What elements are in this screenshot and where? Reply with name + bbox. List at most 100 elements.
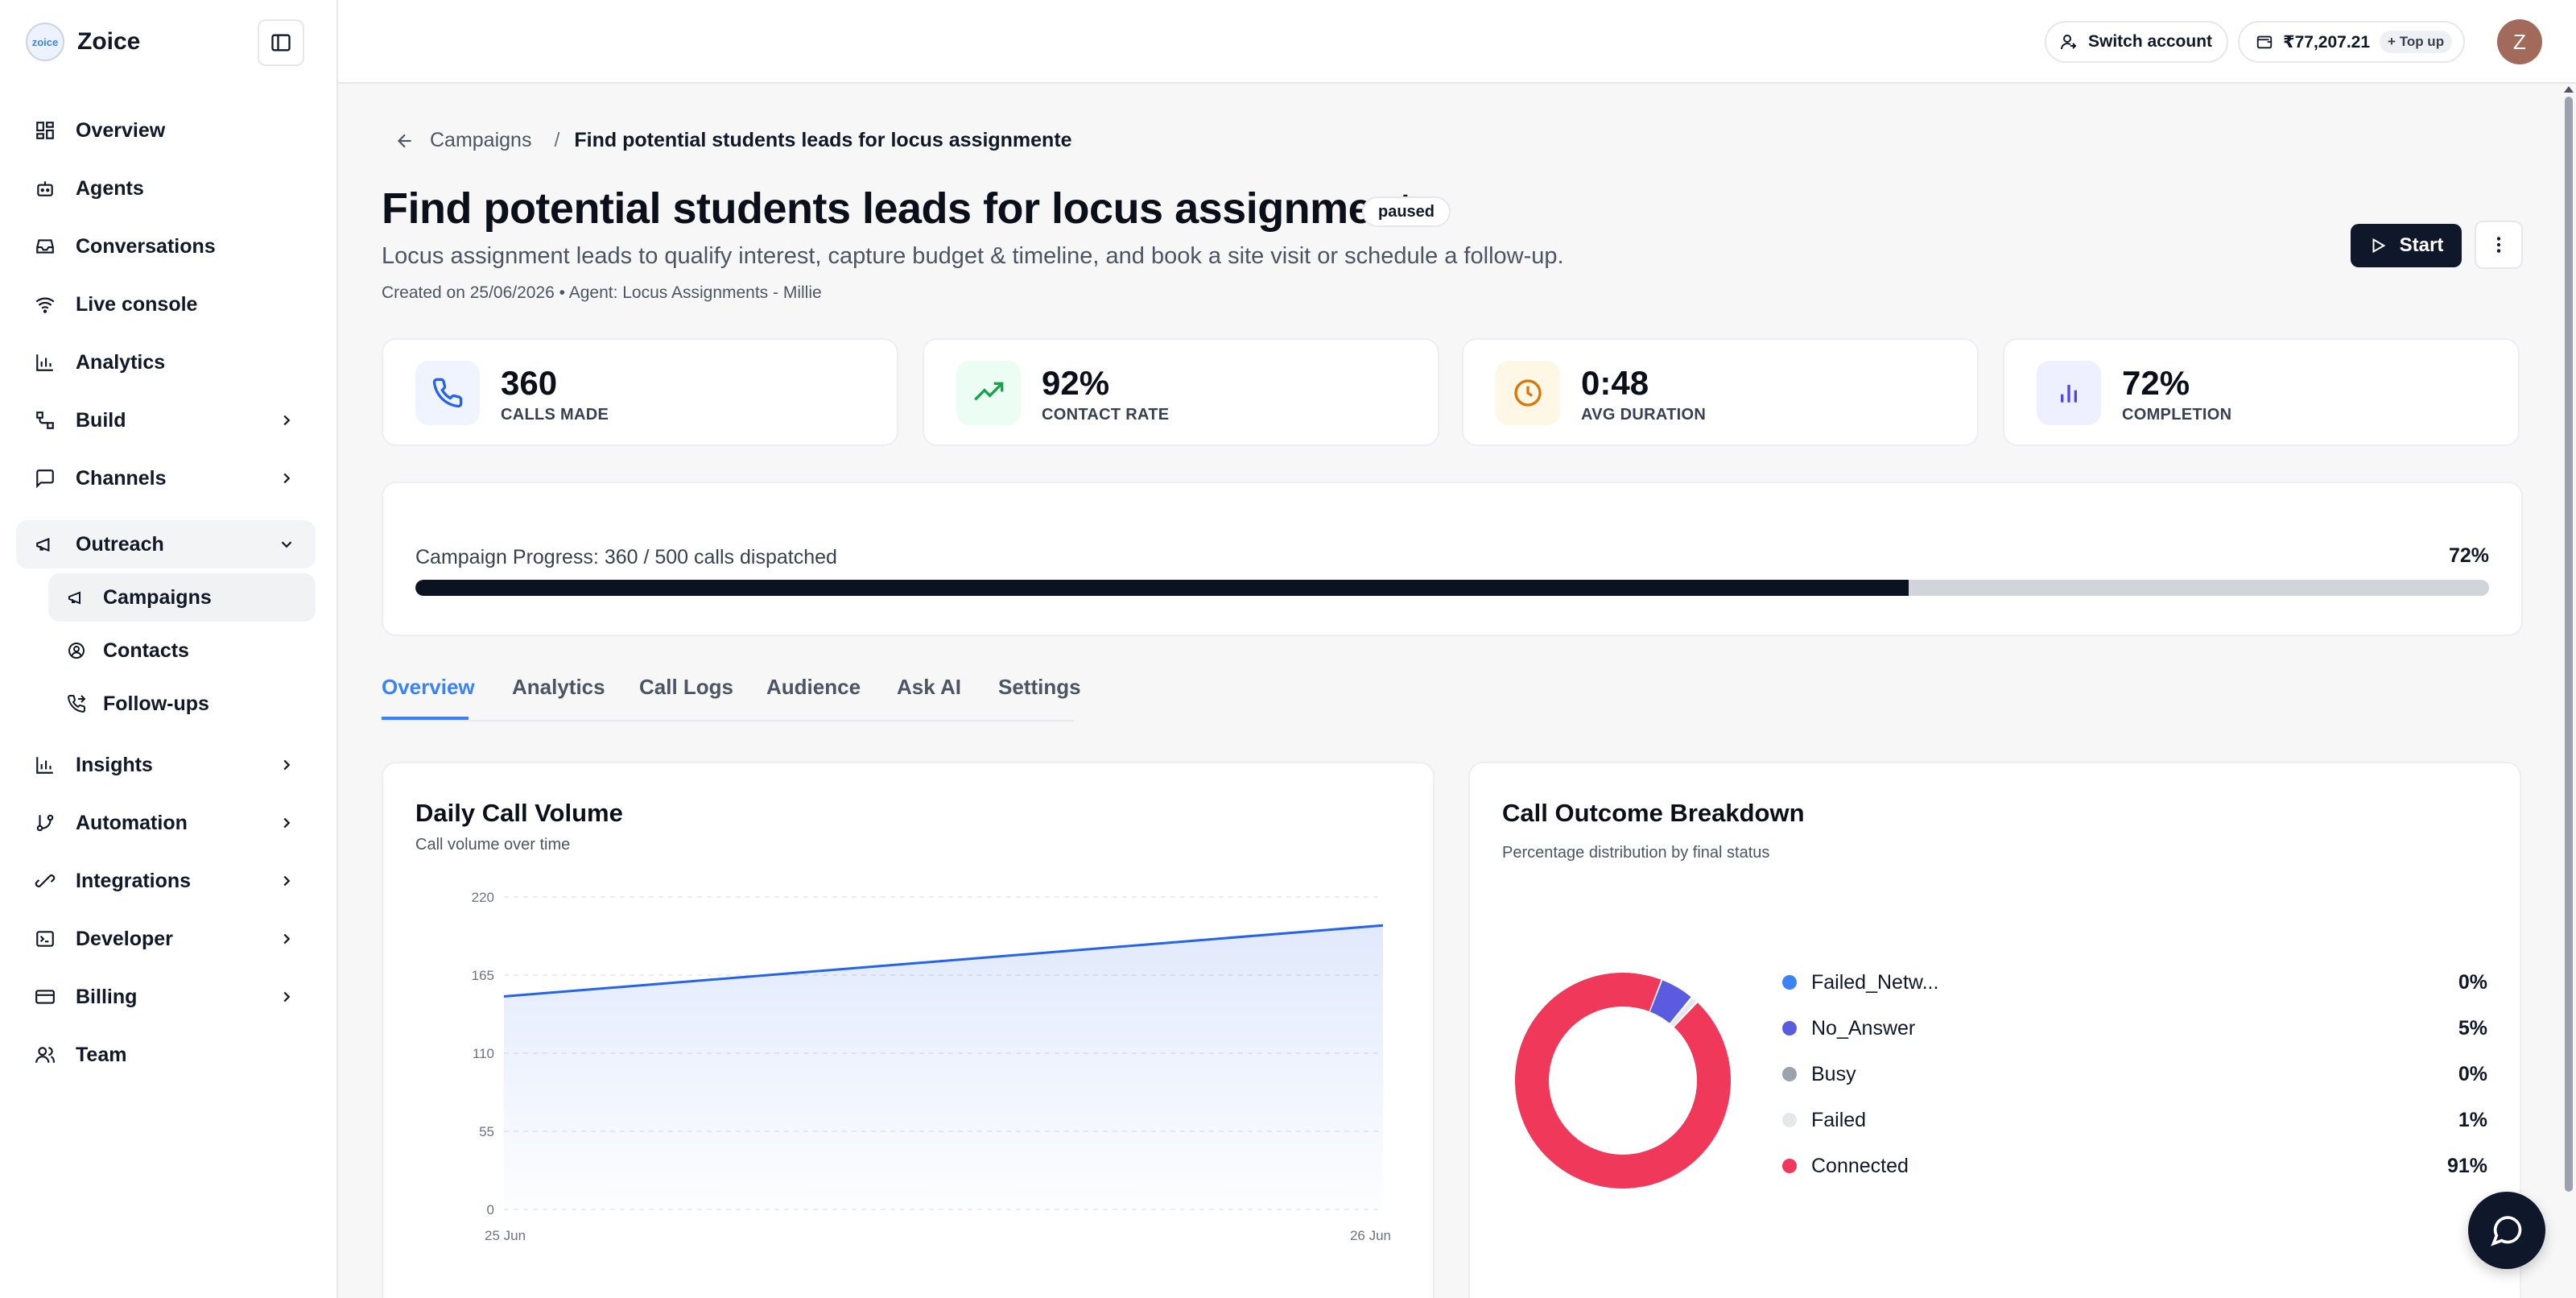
y-tick-label: 0 [487,1202,494,1217]
sidebar-item-overview[interactable]: Overview [16,106,316,155]
sidebar-item-team[interactable]: Team [16,1031,316,1079]
tab-analytics[interactable]: Analytics [512,675,605,700]
plug-icon [32,868,58,894]
terminal-icon [32,926,58,952]
sidebar-item-conversations[interactable]: Conversations [16,222,316,271]
play-icon [2372,238,2386,254]
legend-item: Connected 91% [1782,1150,2487,1182]
campaign-description: Locus assignment leads to qualify intere… [382,243,1564,269]
sidebar-item-label: Automation [76,811,188,834]
y-tick-label: 220 [472,890,494,905]
sidebar-item-label: Campaigns [103,585,212,609]
sidebar-item-label: Insights [76,753,153,776]
tab-call-logs[interactable]: Call Logs [639,675,733,700]
workflow-icon [32,407,58,433]
megaphone-icon [64,585,89,610]
scrollbar[interactable] [2565,97,2573,1192]
stat-label: COMPLETION [2122,406,2232,424]
breadcrumb-separator: / [554,129,560,151]
chevron-right-icon [275,812,298,834]
progress-label: Campaign Progress: 360 / 500 calls dispa… [415,546,837,568]
legend-color-dot [1782,1113,1797,1127]
sidebar-item-outreach[interactable]: Outreach [16,520,316,568]
sidebar-item-insights[interactable]: Insights [16,741,316,789]
user-switch-icon [2061,35,2077,50]
legend-value: 1% [2458,1108,2487,1131]
chat-button[interactable] [2468,1192,2545,1269]
more-options-button[interactable] [2475,221,2523,269]
legend-value: 91% [2446,1154,2487,1177]
sidebar-item-label: Build [76,408,126,432]
legend-item: Busy 0% [1782,1058,2487,1090]
sidebar-item-agents[interactable]: Agents [16,164,316,213]
chevron-right-icon [275,467,298,490]
y-tick-label: 110 [473,1046,494,1061]
stat-value: 360 [501,364,558,402]
sidebar-subitem-follow-ups[interactable]: Follow-ups [48,680,316,728]
legend-value: 5% [2458,1016,2487,1040]
active-tab-indicator [382,717,469,720]
breadcrumb-current: Find potential students leads for locus … [574,129,1072,151]
tab-overview[interactable]: Overview [382,675,475,700]
sidebar-item-integrations[interactable]: Integrations [16,857,316,905]
switch-account-label: Switch account [2088,32,2213,51]
wallet-balance[interactable]: ₹77,207.21 + Top up [2238,21,2466,63]
legend-label: Connected [1811,1154,1909,1177]
arrow-left-icon[interactable] [394,130,415,151]
tab-ask-ai[interactable]: Ask AI [897,675,961,700]
brand-name: Zoice [77,28,141,55]
sidebar-toggle-button[interactable] [258,19,304,66]
sidebar-item-live-console[interactable]: Live console [16,280,316,329]
stat-label: CALLS MADE [501,406,609,424]
wifi-icon [32,291,58,317]
git-branch-icon [32,810,58,836]
top-up-button[interactable]: + Top up [2380,31,2453,53]
credit-card-icon [32,984,58,1010]
inbox-icon [32,234,58,259]
sidebar: zoice Zoice Overview Agents Conversation… [0,0,338,1298]
sidebar-item-label: Integrations [76,869,192,892]
legend-value: 0% [2458,970,2487,994]
legend-item: Failed 1% [1782,1104,2487,1136]
sidebar-item-label: Team [76,1043,127,1066]
stat-value: 0:48 [1581,364,1649,402]
sidebar-item-label: Agents [76,176,144,200]
campaign-progress-card: Campaign Progress: 360 / 500 calls dispa… [382,482,2523,636]
progress-bar-fill [415,580,1909,596]
sidebar-subitem-contacts[interactable]: Contacts [48,626,316,675]
scroll-up-arrow-icon[interactable] [2563,85,2574,93]
start-button[interactable]: Start [2351,224,2462,267]
phone-forwarded-icon [64,692,89,716]
legend-color-dot [1782,975,1797,990]
x-tick-label: 25 Jun [485,1228,526,1243]
brand[interactable]: zoice Zoice [26,21,140,63]
breadcrumb: Campaigns / Find potential students lead… [394,129,1072,152]
sidebar-subitem-campaigns[interactable]: Campaigns [48,573,316,622]
call-outcome-donut [1515,972,1731,1188]
sidebar-item-automation[interactable]: Automation [16,799,316,847]
bar-chart-icon [2037,361,2101,425]
sidebar-item-billing[interactable]: Billing [16,973,316,1021]
sidebar-item-build[interactable]: Build [16,396,316,444]
tab-audience[interactable]: Audience [766,675,861,700]
tab-settings[interactable]: Settings [998,675,1081,700]
sidebar-item-label: Outreach [76,532,164,556]
sidebar-item-analytics[interactable]: Analytics [16,338,316,387]
grid-icon [32,118,58,143]
sidebar-item-channels[interactable]: Channels [16,454,316,502]
legend-item: No_Answer 5% [1782,1012,2487,1044]
sidebar-item-label: Developer [76,927,173,950]
sidebar-item-label: Overview [76,118,166,142]
progress-percent: 72% [2448,544,2489,567]
legend-color-dot [1782,1159,1797,1173]
switch-account-button[interactable]: Switch account [2045,21,2229,63]
sidebar-item-label: Contacts [103,639,189,662]
breadcrumb-campaigns-link[interactable]: Campaigns [430,129,531,152]
tab-bar: Overview Analytics Call Logs Audience As… [382,668,1081,721]
progress-bar [415,580,2489,596]
sidebar-item-label: Channels [76,466,167,490]
avatar[interactable]: Z [2497,19,2542,64]
phone-icon [415,361,480,425]
sidebar-item-developer[interactable]: Developer [16,915,316,963]
call-outcome-card: Call Outcome Breakdown Percentage distri… [1468,762,2521,1298]
